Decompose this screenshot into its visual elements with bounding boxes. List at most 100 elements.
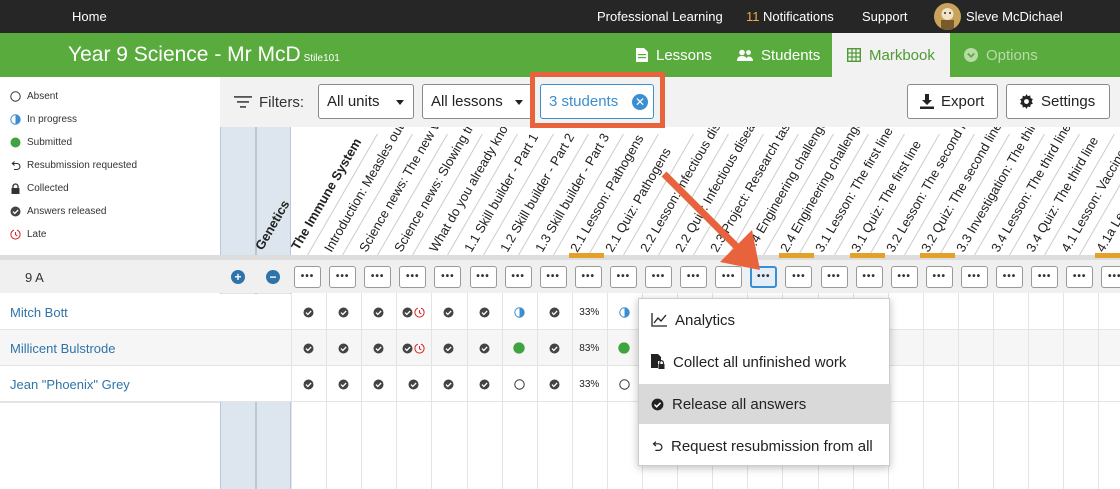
units-dropdown[interactable]: All units: [318, 84, 414, 119]
status-cell[interactable]: [291, 330, 326, 366]
menu-item-analytics[interactable]: Analytics: [639, 300, 891, 340]
half-circle-icon: [10, 113, 21, 125]
lessons-dropdown[interactable]: All lessons: [422, 84, 533, 119]
column-actions-button[interactable]: •••: [504, 266, 532, 288]
tab-options-label: Options: [986, 46, 1038, 64]
status-cell[interactable]: [361, 366, 396, 402]
status-cell[interactable]: [291, 366, 326, 402]
column-actions-button[interactable]: •••: [364, 266, 392, 288]
due-marker: [568, 253, 604, 258]
column-actions-button[interactable]: •••: [996, 266, 1023, 288]
tab-markbook[interactable]: Markbook: [832, 33, 950, 77]
column-actions-button[interactable]: •••: [1101, 266, 1120, 288]
expand-unit-button[interactable]: +: [231, 270, 245, 284]
column-actions-button[interactable]: •••: [469, 266, 497, 288]
status-cell[interactable]: [326, 330, 361, 366]
column-actions-button[interactable]: •••: [329, 266, 357, 288]
students-filter-chip[interactable]: 3 students ✕: [540, 84, 654, 119]
menu-item-analytics-label: Analytics: [675, 311, 736, 329]
status-cell[interactable]: [502, 366, 537, 402]
column-actions-button[interactable]: •••: [820, 266, 848, 288]
student-name[interactable]: Millicent Bulstrode: [10, 341, 116, 356]
tab-lessons[interactable]: Lessons: [634, 33, 714, 77]
student-name[interactable]: Mitch Bott: [10, 305, 68, 320]
clear-filter-icon[interactable]: ✕: [632, 94, 648, 110]
settings-label: Settings: [1041, 93, 1096, 110]
empty-circle-icon: [10, 90, 21, 102]
collapse-unit-button[interactable]: −: [266, 270, 280, 284]
status-cell[interactable]: [467, 366, 502, 402]
status-cell[interactable]: [361, 330, 396, 366]
home-link[interactable]: Home: [72, 9, 107, 24]
notifications-link[interactable]: Notifications: [763, 9, 834, 24]
check-circle-icon: [479, 379, 490, 390]
status-cell[interactable]: [467, 330, 502, 366]
column-actions-button[interactable]: •••: [890, 266, 918, 288]
tab-students[interactable]: Students: [737, 33, 820, 77]
user-name[interactable]: Sleve McDichael: [966, 9, 1063, 24]
student-name[interactable]: Jean "Phoenix" Grey: [10, 377, 130, 392]
settings-button[interactable]: Settings: [1006, 84, 1110, 119]
legend-resubmission: Resubmission requested: [10, 158, 137, 172]
column-actions-button[interactable]: •••: [855, 266, 883, 288]
column-actions-button[interactable]: •••: [539, 266, 567, 288]
check-circle-icon: [479, 343, 490, 354]
score-cell[interactable]: 33%: [572, 294, 607, 330]
status-cell[interactable]: [607, 330, 642, 366]
status-cell[interactable]: [396, 294, 431, 330]
status-cell[interactable]: [431, 366, 466, 402]
check-circle-icon: [549, 343, 560, 354]
grid-line: [0, 402, 220, 403]
column-actions-button[interactable]: •••: [1031, 266, 1059, 288]
status-cell[interactable]: [607, 294, 642, 330]
score-cell[interactable]: 83%: [572, 330, 607, 366]
filled-circle-icon: [513, 342, 525, 354]
status-cell[interactable]: [537, 330, 572, 366]
chevron-down-icon: [396, 100, 404, 105]
check-circle-icon: [408, 379, 419, 390]
column-actions-button[interactable]: •••: [294, 266, 321, 288]
column-actions-button[interactable]: •••: [785, 266, 813, 288]
status-cell[interactable]: [396, 330, 431, 366]
status-cell[interactable]: [607, 366, 642, 402]
column-actions-button[interactable]: •••: [960, 266, 988, 288]
tab-options[interactable]: Options: [964, 33, 1038, 77]
status-cell[interactable]: [537, 366, 572, 402]
status-cell[interactable]: [502, 294, 537, 330]
support-link[interactable]: Support: [862, 9, 908, 24]
menu-item-collect-label: Collect all unfinished work: [673, 353, 847, 371]
menu-item-release-answers[interactable]: Release all answers: [639, 384, 891, 424]
status-cell[interactable]: [326, 366, 361, 402]
export-button[interactable]: Export: [907, 84, 998, 119]
column-actions-button[interactable]: •••: [399, 266, 427, 288]
column-actions-button[interactable]: •••: [925, 266, 953, 288]
status-cell[interactable]: [326, 294, 361, 330]
empty-circle-icon: [619, 378, 630, 390]
status-cell[interactable]: [467, 294, 502, 330]
score-cell[interactable]: 33%: [572, 366, 607, 402]
status-cell[interactable]: [396, 366, 431, 402]
class-name: 9 A: [25, 270, 44, 285]
late-clock-icon: [414, 306, 425, 318]
notification-count: 11: [746, 9, 760, 24]
status-cell[interactable]: [361, 294, 396, 330]
check-circle-icon: [373, 379, 384, 390]
professional-learning-link[interactable]: Professional Learning: [597, 9, 723, 24]
avatar[interactable]: [934, 3, 961, 30]
filled-circle-icon: [10, 137, 21, 147]
column-actions-button[interactable]: •••: [434, 266, 462, 288]
status-cell[interactable]: [431, 330, 466, 366]
tab-markbook-label: Markbook: [869, 46, 935, 64]
more-icon: •••: [862, 271, 876, 282]
menu-item-request-resubmission[interactable]: Request resubmission from all: [639, 426, 891, 466]
status-cell[interactable]: [291, 294, 326, 330]
column-actions-button[interactable]: •••: [574, 266, 602, 288]
column-actions-button[interactable]: •••: [609, 266, 637, 288]
menu-item-collect[interactable]: Collect all unfinished work: [639, 342, 891, 382]
status-cell[interactable]: [502, 330, 537, 366]
filter-icon: [234, 96, 252, 108]
column-actions-button[interactable]: •••: [1066, 266, 1094, 288]
empty-circle-icon: [513, 378, 525, 390]
status-cell[interactable]: [537, 294, 572, 330]
status-cell[interactable]: [431, 294, 466, 330]
